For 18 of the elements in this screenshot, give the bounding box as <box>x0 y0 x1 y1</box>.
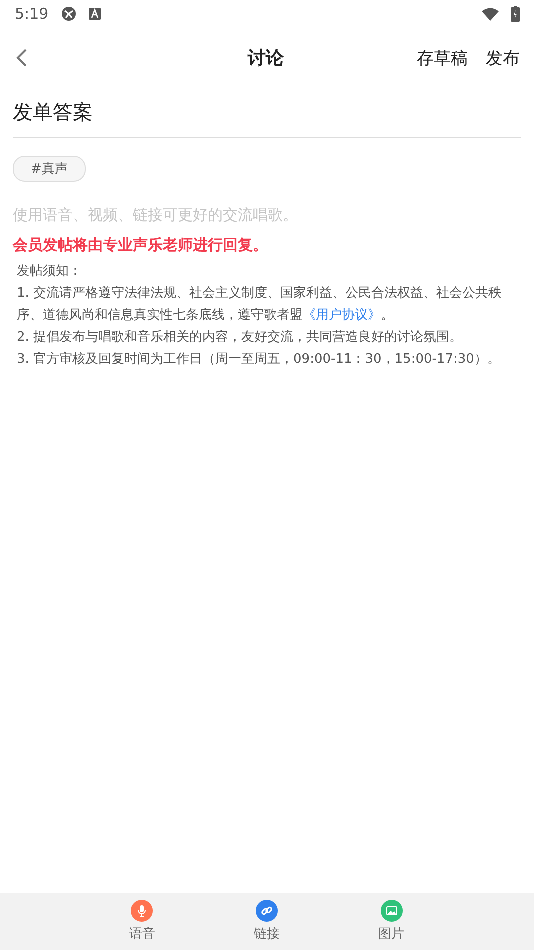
rule-text: 1. 交流请严格遵守法律法规、社会主义制度、国家利益、公民合法权益、社会公共秩序、道德风尚和信息真实性七条底线，遵守歌者盟《用户协议》。 <box>17 285 503 325</box>
topic-tag[interactable]: #真声 <box>13 156 86 182</box>
agreement-link[interactable]: 《用户协议》 <box>303 308 381 323</box>
header-action[interactable]: 发布 <box>486 46 520 70</box>
rules-heading: 发帖须知： <box>17 263 83 281</box>
toolbar-button[interactable]: 图片 <box>329 893 454 950</box>
rule-text: 3. 官方审核及回复时间为工作日（周一至周五，09:00-11：30，15:00-17:30）。 <box>17 351 502 369</box>
battery-icon <box>511 6 520 22</box>
member-notice: 会员发帖将由专业声乐老师进行回复。 <box>13 236 269 255</box>
wifi-icon <box>482 8 499 20</box>
back-icon[interactable] <box>16 48 28 68</box>
toolbar-button[interactable]: 链接 <box>204 893 330 950</box>
keyboard-status-icon <box>88 8 101 20</box>
clock: 5:19 <box>15 5 49 23</box>
header-action[interactable]: 存草稿 <box>417 46 468 70</box>
page-title: 讨论 <box>248 47 284 70</box>
toolbar-button[interactable]: 语音 <box>80 893 205 950</box>
rule-text: 2. 提倡发布与唱歌和音乐相关的内容，友好交流，共同营造良好的讨论氛围。 <box>17 329 464 347</box>
